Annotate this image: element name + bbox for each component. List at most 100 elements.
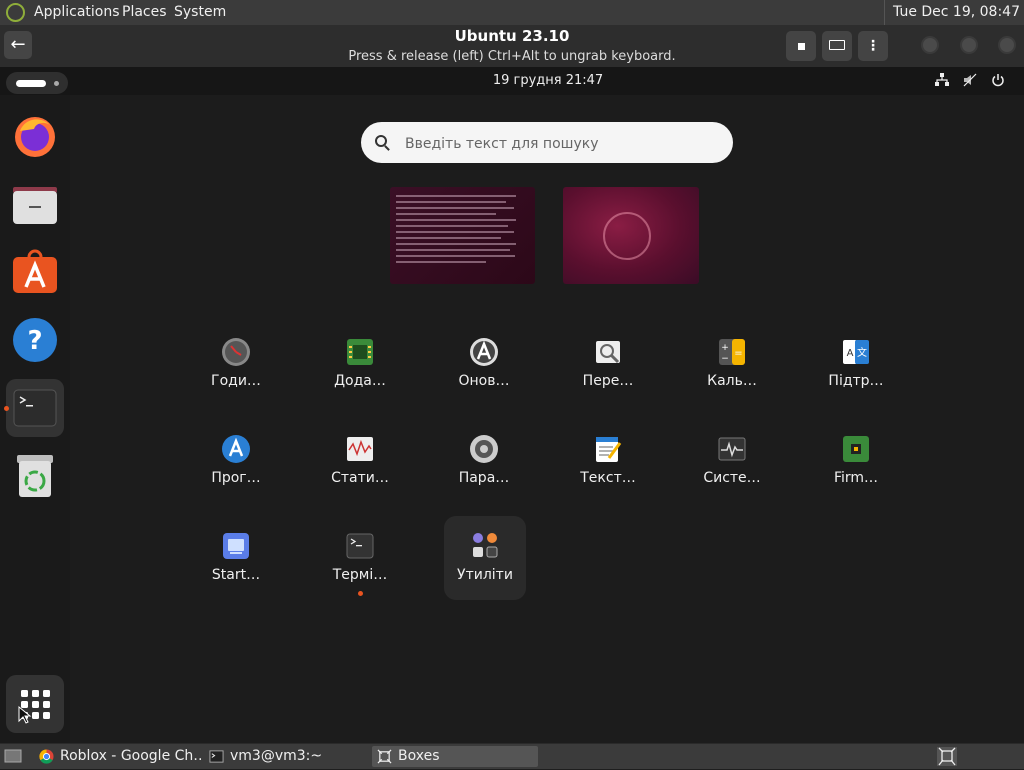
- extensions-icon: [347, 339, 373, 365]
- taskbar-item-chrome[interactable]: Roblox - Google Ch…: [34, 746, 202, 767]
- workspace-thumbnail-2[interactable]: [563, 187, 699, 284]
- minimize-window-button[interactable]: [921, 36, 939, 54]
- statistics-icon: [347, 437, 373, 461]
- app-center-icon: [222, 435, 250, 463]
- keyboard-icon: [829, 40, 845, 50]
- guest-top-bar: 19 грудня 21:47: [0, 67, 1024, 95]
- more-menu-button[interactable]: ⋮: [858, 31, 888, 61]
- keyboard-button[interactable]: [822, 31, 852, 61]
- taskbar-item-label: Boxes: [398, 748, 440, 764]
- search-icon: [375, 135, 387, 147]
- app-document-viewer[interactable]: Пере…: [558, 327, 658, 407]
- boxes-header-bar: ← Ubuntu 23.10 Press & release (left) Ct…: [0, 25, 1024, 68]
- app-label: Підтр…: [828, 373, 884, 389]
- files-icon: [13, 187, 57, 224]
- help-icon: ?: [13, 318, 57, 362]
- dock-terminal[interactable]: [6, 379, 64, 437]
- mouse-cursor-icon: [18, 705, 32, 724]
- calculator-icon: +− =: [719, 339, 745, 365]
- menu-places[interactable]: Places: [122, 0, 167, 25]
- workspace-switcher[interactable]: [937, 747, 957, 766]
- app-settings[interactable]: Пара…: [434, 424, 534, 504]
- settings-icon: [470, 435, 498, 463]
- show-apps-button[interactable]: [6, 675, 64, 733]
- dock: ?: [0, 95, 70, 743]
- guest-display[interactable]: 19 грудня 21:47 ? Введіть текст для пошу…: [0, 67, 1024, 743]
- terminal-icon: [209, 750, 224, 763]
- taskbar-item-terminal[interactable]: vm3@vm3:~: [204, 746, 370, 767]
- app-label: Онов…: [458, 373, 510, 389]
- app-language-support[interactable]: A文 Підтр…: [806, 327, 906, 407]
- app-startup-disk[interactable]: Start…: [186, 521, 286, 601]
- app-label: Пара…: [458, 470, 510, 486]
- menu-applications[interactable]: Applications: [34, 0, 120, 25]
- app-label: Firm…: [833, 470, 879, 486]
- dock-files[interactable]: [6, 175, 64, 233]
- app-label: Каль…: [707, 373, 757, 389]
- kebab-menu-icon: ⋮: [866, 38, 880, 54]
- app-software-updater[interactable]: Онов…: [434, 327, 534, 407]
- software-updater-icon: [470, 338, 498, 366]
- show-desktop-icon[interactable]: [4, 748, 22, 764]
- dock-firefox[interactable]: [6, 107, 64, 165]
- startup-disk-icon: [223, 533, 249, 559]
- search-input[interactable]: [403, 122, 707, 165]
- guest-clock[interactable]: 19 грудня 21:47: [0, 67, 1024, 95]
- terminal-icon: [346, 533, 374, 559]
- app-center-bag-icon: [13, 249, 57, 293]
- app-folder-utilities[interactable]: Утиліти: [444, 516, 526, 600]
- app-statistics[interactable]: Стати…: [310, 424, 410, 504]
- app-firmware[interactable]: Firm…: [806, 424, 906, 504]
- app-label: Стати…: [331, 470, 389, 486]
- search-box[interactable]: [361, 122, 733, 165]
- terminal-icon: [13, 389, 57, 427]
- app-label: Текст…: [580, 470, 636, 486]
- host-os-logo-icon[interactable]: [6, 3, 25, 22]
- stop-vm-button[interactable]: [786, 31, 816, 61]
- language-support-icon: A文: [843, 340, 869, 364]
- firefox-icon: [15, 117, 55, 157]
- workspace-thumbnail-1[interactable]: [390, 187, 535, 284]
- network-icon[interactable]: [934, 73, 950, 89]
- svg-text:=: =: [734, 348, 742, 359]
- app-app-center[interactable]: Прог…: [186, 424, 286, 504]
- svg-text:+: +: [721, 343, 729, 353]
- app-extensions[interactable]: Дода…: [310, 327, 410, 407]
- app-text-editor[interactable]: Текст…: [558, 424, 658, 504]
- svg-text:A: A: [847, 348, 854, 359]
- taskbar-item-boxes[interactable]: Boxes: [372, 746, 538, 767]
- power-icon[interactable]: [990, 73, 1006, 89]
- app-label: Start…: [211, 567, 261, 583]
- app-calculator[interactable]: + − = Каль…: [682, 327, 782, 407]
- firmware-icon: [843, 436, 869, 462]
- volume-muted-icon[interactable]: [962, 73, 978, 89]
- system-monitor-icon: [718, 437, 746, 461]
- dock-app-center[interactable]: [6, 243, 64, 301]
- menu-system[interactable]: System: [174, 0, 226, 25]
- app-clocks[interactable]: Годи…: [186, 327, 286, 407]
- svg-text:文: 文: [857, 346, 867, 359]
- host-top-panel: Applications Places System Tue Dec 19, 0…: [0, 0, 1024, 26]
- dock-help[interactable]: ?: [6, 311, 64, 369]
- app-terminal[interactable]: Термі…: [310, 521, 410, 601]
- dock-trash[interactable]: [6, 447, 64, 505]
- maximize-window-button[interactable]: [960, 36, 978, 54]
- taskbar-item-label: Roblox - Google Ch…: [60, 748, 202, 764]
- app-grid-icon: [18, 690, 50, 724]
- close-window-button[interactable]: [998, 36, 1016, 54]
- ubuntu-wallpaper-logo-icon: [603, 212, 651, 260]
- app-system-monitor[interactable]: Систе…: [682, 424, 782, 504]
- stop-icon: [797, 43, 805, 50]
- boxes-icon: [377, 749, 392, 764]
- app-label: Пере…: [582, 373, 634, 389]
- app-label: Термі…: [332, 567, 388, 583]
- svg-text:?: ?: [27, 326, 42, 356]
- svg-text:−: −: [721, 354, 729, 364]
- app-label: Систе…: [703, 470, 761, 486]
- terminal-running-indicator: [4, 406, 9, 411]
- document-viewer-icon: [596, 341, 620, 364]
- app-label: Прог…: [211, 470, 261, 486]
- text-editor-icon: [596, 437, 622, 462]
- host-clock[interactable]: Tue Dec 19, 08:47: [884, 0, 1020, 25]
- chrome-icon: [39, 749, 54, 764]
